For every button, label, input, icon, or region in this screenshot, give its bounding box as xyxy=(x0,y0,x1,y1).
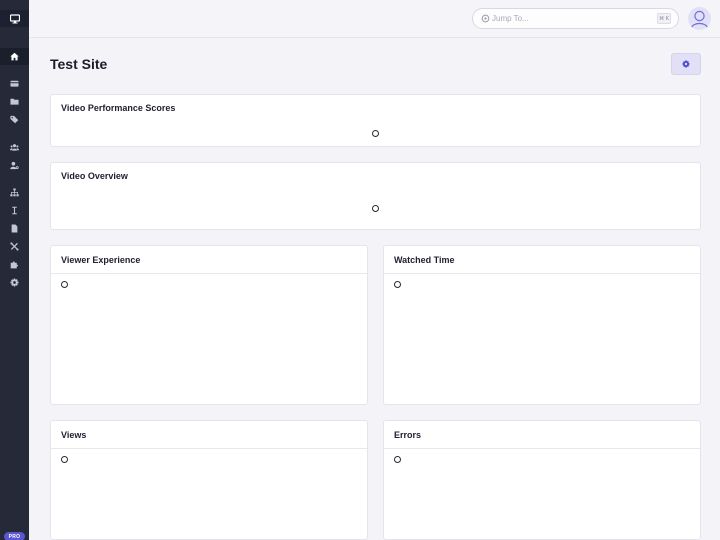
sidebar: PRO xyxy=(0,0,29,540)
sidebar-item-sitemap[interactable] xyxy=(0,184,29,200)
card-title: Video Performance Scores xyxy=(61,103,176,113)
page-title: Test Site xyxy=(50,56,108,72)
search-input[interactable] xyxy=(492,12,642,25)
views-card: Views xyxy=(50,420,368,540)
user-settings-icon xyxy=(10,161,19,169)
card-title: Viewer Experience xyxy=(61,255,141,265)
folder-icon xyxy=(10,98,19,105)
sidebar-item-settings[interactable] xyxy=(0,274,29,290)
keyboard-shortcut-hint: ⌘ K xyxy=(657,13,671,24)
loading-spinner-icon xyxy=(394,456,401,463)
monitor-icon xyxy=(9,13,20,23)
pro-badge: PRO xyxy=(4,532,25,540)
tools-icon xyxy=(10,241,19,251)
loading-spinner-icon xyxy=(372,205,379,212)
sidebar-item-tags[interactable] xyxy=(0,111,29,127)
sitemap-icon xyxy=(10,187,19,196)
sidebar-item-documents[interactable] xyxy=(0,220,29,236)
home-icon xyxy=(10,52,19,61)
text-cursor-icon xyxy=(12,206,17,214)
sidebar-item-text[interactable] xyxy=(0,202,29,218)
sidebar-item-users[interactable] xyxy=(0,139,29,155)
card-title: Views xyxy=(61,430,87,440)
puzzle-icon xyxy=(10,260,18,268)
sidebar-item-home[interactable] xyxy=(0,48,29,65)
loading-spinner-icon xyxy=(61,456,68,463)
loading-spinner-icon xyxy=(61,281,68,288)
sidebar-item-plugins[interactable] xyxy=(0,256,29,272)
file-icon xyxy=(11,223,18,233)
sidebar-item-files[interactable] xyxy=(0,93,29,109)
card-title: Watched Time xyxy=(394,255,455,265)
sidebar-item-sites[interactable] xyxy=(0,10,29,27)
tags-icon xyxy=(10,115,19,123)
viewer-experience-card: Viewer Experience xyxy=(50,245,368,405)
search-icon xyxy=(481,14,490,23)
card-divider xyxy=(384,273,700,274)
loading-spinner-icon xyxy=(394,281,401,288)
watched-time-card: Watched Time xyxy=(383,245,701,405)
card-divider xyxy=(51,448,367,449)
user-avatar-icon xyxy=(690,10,709,29)
card-divider xyxy=(384,448,700,449)
sidebar-item-user-settings[interactable] xyxy=(0,157,29,173)
card-title: Errors xyxy=(394,430,422,440)
video-performance-card: Video Performance Scores xyxy=(50,94,701,147)
avatar[interactable] xyxy=(688,7,711,30)
gear-icon xyxy=(10,277,19,287)
errors-card: Errors xyxy=(383,420,701,540)
card-icon xyxy=(10,80,19,87)
sidebar-item-billing[interactable] xyxy=(0,75,29,91)
jump-to-search[interactable]: ⌘ K xyxy=(472,8,679,29)
topbar: ⌘ K xyxy=(29,0,720,38)
sidebar-item-tools[interactable] xyxy=(0,238,29,254)
card-divider xyxy=(51,273,367,274)
users-icon xyxy=(10,143,19,151)
card-title: Video Overview xyxy=(61,171,128,181)
video-overview-card: Video Overview xyxy=(50,162,701,230)
gear-icon xyxy=(682,60,690,68)
site-settings-button[interactable] xyxy=(671,53,701,75)
loading-spinner-icon xyxy=(372,130,379,137)
